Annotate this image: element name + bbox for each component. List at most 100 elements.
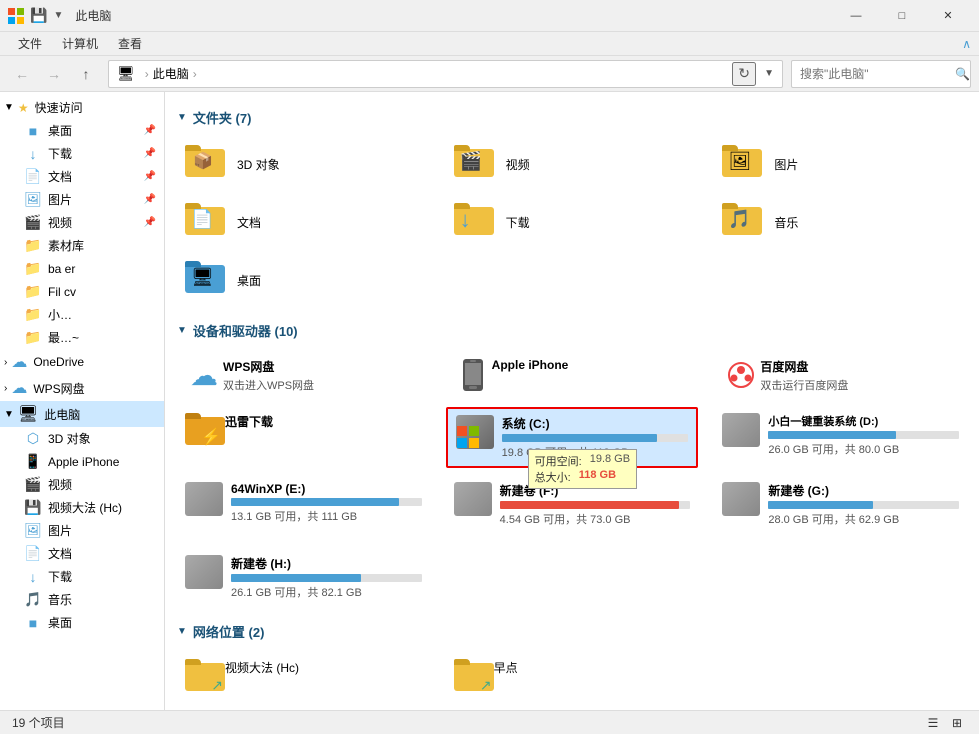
- drive-iphone-name: Apple iPhone: [492, 358, 691, 372]
- menu-computer[interactable]: 计算机: [52, 33, 108, 54]
- grid-view-button[interactable]: ⊞: [947, 713, 967, 733]
- list-view-button[interactable]: ☰: [923, 713, 943, 733]
- net-hc[interactable]: ↗ 视频大法 (Hc): [177, 653, 430, 701]
- quick-access-toggle: ▼: [4, 102, 14, 113]
- drive-d[interactable]: 小白一键重装系统 (D:) 26.0 GB 可用，共 80.0 GB: [714, 407, 967, 468]
- sidebar-item-material[interactable]: 📁 素材库: [16, 234, 164, 257]
- folder-download-label: 下载: [506, 214, 530, 231]
- net-hc-label: 视频大法 (Hc): [225, 659, 299, 676]
- wps-group[interactable]: › ☁ WPS网盘: [0, 375, 164, 401]
- up-button[interactable]: ↑: [72, 60, 100, 88]
- sidebar-item-pic[interactable]: 🖼 图片 📌: [16, 188, 164, 211]
- drive-c-size: 19.8 GB 可用，共 118 GB: [502, 444, 689, 460]
- drive-g[interactable]: 新建卷 (G:) 28.0 GB 可用，共 62.9 GB: [714, 476, 967, 533]
- sidebar-item-video2[interactable]: 🎬 视频: [16, 473, 164, 496]
- pin-icon-doc: 📌: [144, 171, 156, 182]
- titlebar: 💾 ▼ 此电脑 — □ ✕: [0, 0, 979, 32]
- drive-g-name: 新建卷 (G:): [768, 482, 959, 499]
- sidebar-item-baer[interactable]: 📁 ba er: [16, 257, 164, 280]
- menu-view[interactable]: 查看: [108, 33, 152, 54]
- devices-toggle: ▼: [177, 325, 187, 336]
- sidebar-item-3d[interactable]: ⬡ 3D 对象: [16, 427, 164, 450]
- folders-section-header[interactable]: ▼ 文件夹 (7): [177, 108, 967, 127]
- sidebar-item-doc2[interactable]: 📄 文档: [16, 542, 164, 565]
- folders-section-label: 文件夹 (7): [193, 108, 252, 127]
- network-section-header[interactable]: ▼ 网络位置 (2): [177, 622, 967, 641]
- drive-h[interactable]: 新建卷 (H:) 26.1 GB 可用，共 82.1 GB: [177, 549, 430, 606]
- drive-f[interactable]: 新建卷 (F:) 4.54 GB 可用，共 73.0 GB: [446, 476, 699, 533]
- folder-video[interactable]: 🎬 视频: [446, 139, 699, 189]
- folder-doc[interactable]: 📄 文档: [177, 197, 430, 247]
- minimize-button[interactable]: —: [833, 0, 879, 32]
- hc-icon: 💾: [24, 499, 42, 516]
- doc2-icon: 📄: [24, 545, 42, 562]
- wps-label: WPS网盘: [33, 380, 84, 397]
- this-pc-group[interactable]: ▼ 🖥 此电脑: [0, 401, 164, 427]
- address-bar[interactable]: 🖥 › 此电脑 › ↻ ▼: [108, 60, 783, 88]
- drive-g-info: 新建卷 (G:) 28.0 GB 可用，共 62.9 GB: [768, 482, 959, 527]
- titlebar-dropdown[interactable]: ▼: [53, 10, 63, 21]
- sidebar-label-desktop2: 桌面: [48, 614, 156, 631]
- sidebar-item-iphone[interactable]: 📱 Apple iPhone: [16, 450, 164, 473]
- sidebar-item-desktop[interactable]: ■ 桌面 📌: [16, 119, 164, 142]
- sidebar-item-music[interactable]: 🎵 音乐: [16, 588, 164, 611]
- drive-thunder[interactable]: ⚡ 迅雷下载: [177, 407, 430, 468]
- drive-baidu[interactable]: 百度网盘 双击运行百度网盘: [714, 352, 967, 399]
- drive-c[interactable]: 系统 (C:) 19.8 GB 可用，共 118 GB 可用空间: 19.8 G…: [446, 407, 699, 468]
- refresh-button[interactable]: ↻: [732, 62, 756, 86]
- drive-e[interactable]: 64WinXP (E:) 13.1 GB 可用，共 111 GB: [177, 476, 430, 533]
- drive-iphone-info: Apple iPhone: [492, 358, 691, 374]
- wps-toggle: ›: [4, 383, 7, 394]
- drive-g-icon: [722, 482, 760, 518]
- sidebar-item-hc[interactable]: 💾 视频大法 (Hc): [16, 496, 164, 519]
- sidebar-item-filcv[interactable]: 📁 Fil cv: [16, 280, 164, 303]
- search-input[interactable]: [800, 67, 955, 81]
- sidebar-item-recent[interactable]: 📁 最…~: [16, 326, 164, 349]
- sidebar-item-dl2[interactable]: ↓ 下载: [16, 565, 164, 588]
- back-button[interactable]: ←: [8, 60, 36, 88]
- devices-section-header[interactable]: ▼ 设备和驱动器 (10): [177, 321, 967, 340]
- folder-3d[interactable]: 📦 3D 对象: [177, 139, 430, 189]
- doc-icon: 📄: [24, 168, 42, 185]
- folders-toggle: ▼: [177, 112, 187, 123]
- drive-c-name: 系统 (C:): [502, 415, 689, 432]
- baidu-drive-icon: [722, 358, 760, 392]
- this-pc-icon: 🖥: [18, 404, 38, 424]
- close-button[interactable]: ✕: [925, 0, 971, 32]
- sidebar-item-small[interactable]: 📁 小…: [16, 303, 164, 326]
- drive-wps[interactable]: ☁ WPS网盘 双击进入WPS网盘: [177, 352, 430, 399]
- folder-download[interactable]: ↓ 下载: [446, 197, 699, 247]
- address-dropdown[interactable]: ▼: [764, 68, 774, 79]
- drive-f-icon: [454, 482, 492, 518]
- forward-button[interactable]: →: [40, 60, 68, 88]
- drive-thunder-name: 迅雷下载: [225, 413, 422, 430]
- folder-music[interactable]: 🎵 音乐: [714, 197, 967, 247]
- net-zaodian-label: 早点: [494, 659, 518, 676]
- drive-g-size: 28.0 GB 可用，共 62.9 GB: [768, 511, 959, 527]
- onedrive-group[interactable]: › ☁ OneDrive: [0, 349, 164, 375]
- net-zaodian[interactable]: ↗ 早点: [446, 653, 699, 701]
- sidebar-item-download[interactable]: ↓ 下载 📌: [16, 142, 164, 165]
- cloud-icon: ☁: [11, 352, 27, 372]
- maximize-button[interactable]: □: [879, 0, 925, 32]
- sidebar-item-pic2[interactable]: 🖼 图片: [16, 519, 164, 542]
- sidebar-label-download: 下载: [48, 145, 140, 162]
- menu-file[interactable]: 文件: [8, 33, 52, 54]
- search-bar[interactable]: 🔍: [791, 60, 971, 88]
- drive-iphone[interactable]: Apple iPhone: [446, 352, 699, 399]
- drive-f-size: 4.54 GB 可用，共 73.0 GB: [500, 511, 691, 527]
- drive-baidu-name: 百度网盘: [760, 358, 959, 375]
- download-icon: ↓: [24, 146, 42, 162]
- sidebar-label-material: 素材库: [48, 237, 156, 254]
- thunder-icon: ⚡: [185, 413, 225, 449]
- quick-access-group[interactable]: ▼ ★ 快速访问: [0, 96, 164, 119]
- folder-desktop[interactable]: 🖥 桌面: [177, 255, 430, 305]
- sidebar-item-desktop2[interactable]: ■ 桌面: [16, 611, 164, 634]
- dl2-icon: ↓: [24, 569, 42, 585]
- folder-pic[interactable]: 🖼 图片: [714, 139, 967, 189]
- sidebar-item-video[interactable]: 🎬 视频 📌: [16, 211, 164, 234]
- ribbon-toggle[interactable]: ∧: [962, 37, 971, 51]
- sidebar-item-doc[interactable]: 📄 文档 📌: [16, 165, 164, 188]
- desktop-icon: ■: [24, 123, 42, 139]
- save-icon: 💾: [30, 7, 47, 24]
